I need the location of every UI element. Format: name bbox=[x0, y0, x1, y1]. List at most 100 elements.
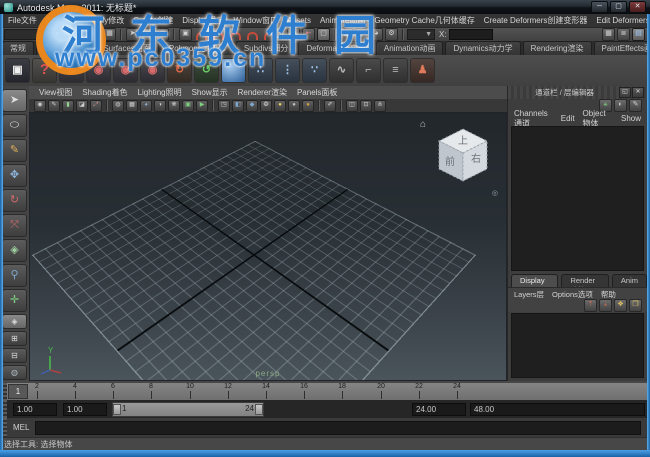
shaded-icon[interactable]: ▦ bbox=[126, 99, 138, 112]
viewcube-orbit-icon[interactable]: ◎ bbox=[492, 189, 498, 197]
x-input-field[interactable] bbox=[448, 29, 493, 40]
layers-menu[interactable]: Layers层 bbox=[514, 289, 544, 300]
field-entry-selector[interactable]: ▼ bbox=[407, 29, 435, 40]
file-new-icon[interactable]: ▤ bbox=[73, 28, 86, 41]
shelf-tab-subdivs[interactable]: Subdivs细分 bbox=[235, 41, 297, 55]
current-frame-indicator[interactable]: 1 bbox=[8, 384, 28, 399]
panel-menu-renderer[interactable]: Renderer渲染 bbox=[238, 87, 287, 98]
joint-icon[interactable]: ∿ bbox=[329, 58, 354, 83]
symmetry-icon[interactable]: ⋔ bbox=[374, 99, 386, 112]
menu-display[interactable]: Display显示 bbox=[182, 15, 224, 26]
rotate-cw-icon[interactable]: ↺ bbox=[194, 58, 219, 83]
render-settings-icon[interactable]: ⚙ bbox=[385, 28, 398, 41]
input-connection-icon[interactable]: ⇥ bbox=[287, 28, 300, 41]
panel-menu-show[interactable]: Show显示 bbox=[192, 87, 228, 98]
rotate-tool[interactable]: ↻ bbox=[2, 189, 27, 212]
maximize-button[interactable]: ▢ bbox=[610, 1, 627, 13]
minimize-button[interactable]: ─ bbox=[591, 1, 608, 13]
pencil-icon[interactable]: ✎ bbox=[629, 99, 642, 112]
2d-pan-zoom-icon[interactable]: ⤢ bbox=[90, 99, 102, 112]
render-current-icon[interactable]: ◔ bbox=[355, 28, 368, 41]
file-open-icon[interactable]: ◩ bbox=[88, 28, 101, 41]
title-bar[interactable]: Autodesk Maya 2011: 无标题* ─ ▢ ✕ bbox=[0, 0, 650, 14]
camera-select-icon[interactable]: ◉ bbox=[34, 99, 46, 112]
menu-geometry-cache[interactable]: Geometry Cache几何体缓存 bbox=[374, 15, 474, 26]
four-pane-layout[interactable]: ⊞ bbox=[2, 331, 27, 346]
menu-file[interactable]: File文件 bbox=[8, 15, 37, 26]
tearoff-panel-icon[interactable]: ◱ bbox=[619, 87, 631, 98]
greasepencil-icon[interactable]: ✐ bbox=[324, 99, 336, 112]
camera-aim-up-icon[interactable]: ◉ bbox=[113, 58, 138, 83]
panel-menu-view[interactable]: View视图 bbox=[39, 87, 72, 98]
tab-anim[interactable]: Anim bbox=[611, 274, 647, 287]
shelf-tab-dynamics[interactable]: Dynamics动力学 bbox=[445, 41, 521, 55]
lighting-all-icon[interactable]: ◑ bbox=[154, 99, 166, 112]
selection-mask-icon[interactable]: ▣ bbox=[179, 28, 192, 41]
exposure-icon[interactable]: ❂ bbox=[260, 99, 272, 112]
show-manipulator[interactable]: ✛ bbox=[2, 289, 27, 312]
panel-menu-panels[interactable]: Panels面板 bbox=[297, 87, 337, 98]
tab-render[interactable]: Render渲染 bbox=[561, 274, 609, 295]
shelf-tab-painteffects[interactable]: PaintEffects画笔特效 bbox=[593, 41, 650, 55]
snap-plane-icon[interactable] bbox=[247, 31, 258, 40]
universal-manipulator[interactable]: ◈ bbox=[2, 239, 27, 262]
emitter-icon[interactable]: ⋮ bbox=[275, 58, 300, 83]
wireframe-icon[interactable]: ◍ bbox=[112, 99, 124, 112]
film-icon[interactable]: ▣ bbox=[5, 58, 30, 83]
gamma-gold-icon[interactable]: ● bbox=[302, 99, 314, 112]
camera-icon[interactable]: ◉ bbox=[59, 58, 84, 83]
particle-icon[interactable]: ∴ bbox=[248, 58, 273, 83]
file-save-icon[interactable]: ▦ bbox=[103, 28, 116, 41]
shelf-tab-polygons[interactable]: Polygons多边形 bbox=[160, 41, 234, 55]
divider[interactable] bbox=[402, 29, 404, 40]
shelf-tab-surfaces[interactable]: Surfaces曲面 bbox=[95, 41, 159, 55]
snap-curve-icon[interactable] bbox=[213, 31, 224, 40]
new-layer-icon[interactable]: ❖ bbox=[614, 299, 627, 312]
single-pane-layout[interactable]: ◈ bbox=[2, 314, 27, 329]
help-question-icon[interactable]: ? bbox=[32, 58, 57, 83]
viewcube-toggle-icon[interactable]: ◫ bbox=[346, 99, 358, 112]
panel-menu-lighting[interactable]: Lighting照明 bbox=[138, 87, 182, 98]
lasso-tool[interactable]: ⬭ bbox=[2, 114, 27, 137]
divider[interactable] bbox=[120, 29, 122, 40]
divider[interactable] bbox=[334, 29, 336, 40]
divider[interactable] bbox=[281, 29, 283, 40]
layer-list[interactable] bbox=[511, 313, 644, 378]
sphere-icon[interactable] bbox=[221, 58, 246, 83]
snap-view-icon[interactable] bbox=[264, 31, 275, 40]
menu-create[interactable]: Create创建 bbox=[133, 15, 173, 26]
motion-blur-icon[interactable]: ▶ bbox=[196, 99, 208, 112]
menu-edit-deformers[interactable]: Edit Deformers编辑变形器 bbox=[596, 15, 650, 26]
multi-component-icon[interactable]: ⊡ bbox=[360, 99, 372, 112]
soft-mod-tool[interactable]: ⚲ bbox=[2, 264, 27, 287]
menu-assets[interactable]: Assets bbox=[287, 16, 311, 25]
output-connection-icon[interactable]: ⇤ bbox=[302, 28, 315, 41]
render-view-icon[interactable]: ▥ bbox=[340, 28, 353, 41]
xray-joints-icon[interactable]: ◆ bbox=[246, 99, 258, 112]
close-panel-icon[interactable]: ✕ bbox=[632, 87, 644, 98]
divider[interactable] bbox=[173, 29, 175, 40]
playback-start-field[interactable]: 1.00 bbox=[63, 402, 107, 416]
divider[interactable] bbox=[67, 29, 69, 40]
channel-box-header[interactable]: 通道栏 / 层编辑器 ◱ ✕ bbox=[508, 86, 647, 99]
list-toggle-icon[interactable]: ≣ bbox=[617, 28, 630, 41]
menu-edit[interactable]: Edit编辑 bbox=[46, 15, 76, 26]
command-line-label[interactable]: MEL bbox=[13, 423, 29, 432]
ipr-render-icon[interactable]: ◕ bbox=[370, 28, 383, 41]
gamma-yellow-icon[interactable]: ● bbox=[274, 99, 286, 112]
panel-menu-shading[interactable]: Shading着色 bbox=[82, 87, 127, 98]
camera-attrs-icon[interactable]: ✎ bbox=[48, 99, 60, 112]
edit-menu[interactable]: Edit bbox=[561, 114, 575, 123]
console-toggle-icon[interactable]: ▤ bbox=[632, 28, 645, 41]
cluster-icon[interactable]: ≡ bbox=[383, 58, 408, 83]
paint-select-tool[interactable]: ✎ bbox=[2, 139, 27, 162]
select-component-icon[interactable]: ◎ bbox=[156, 28, 169, 41]
move-layer-up-icon[interactable]: ⇡ bbox=[584, 299, 597, 312]
select-hierarchy-icon[interactable]: ➤ bbox=[126, 28, 139, 41]
animation-start-field[interactable]: 1.00 bbox=[13, 402, 57, 416]
shelf-tab-rendering[interactable]: Rendering渲染 bbox=[522, 41, 592, 55]
menu-create-deformers[interactable]: Create Deformers创建变形器 bbox=[484, 15, 588, 26]
snap-grid-icon[interactable] bbox=[196, 31, 207, 40]
hypergraph-layout[interactable]: ◍ bbox=[2, 365, 27, 380]
menu-modify[interactable]: Modify修改 bbox=[85, 15, 125, 26]
